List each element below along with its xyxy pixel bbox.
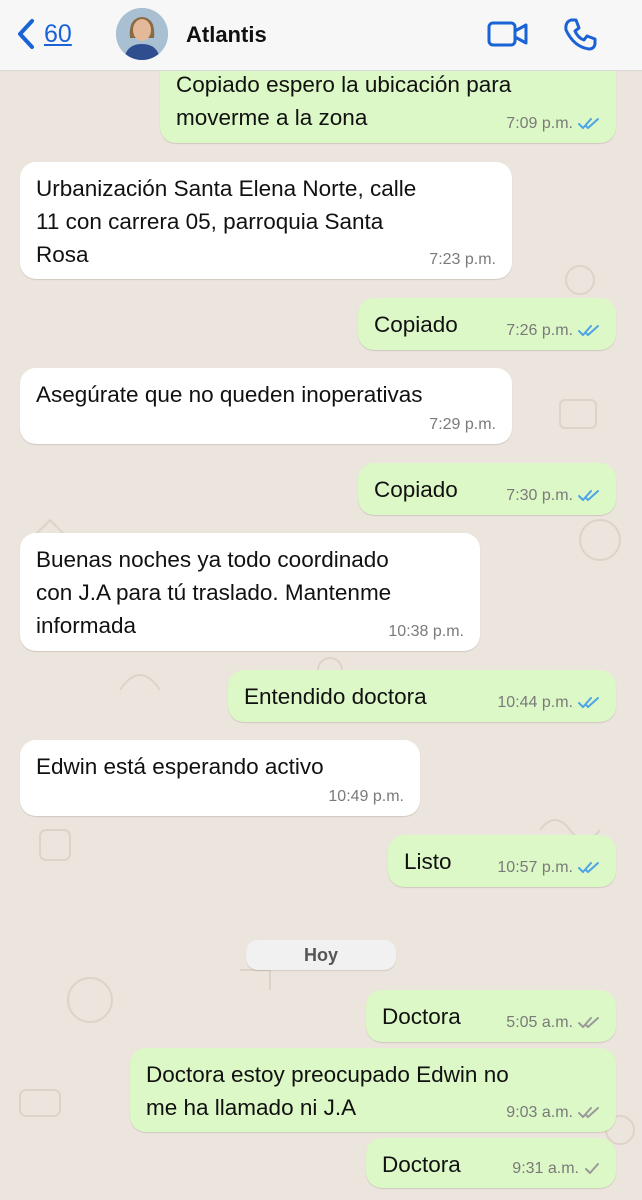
avatar[interactable] — [116, 8, 168, 60]
double-check-delivered-icon — [578, 1107, 599, 1118]
message-text: Doctora — [382, 1004, 461, 1029]
message-time: 7:30 p.m. — [506, 487, 573, 504]
message-bubble-outgoing[interactable]: Entendido doctora 10:44 p.m. — [228, 670, 616, 722]
message-bubble-incoming[interactable]: Edwin está esperando activo 10:49 p.m. — [20, 740, 420, 816]
message-text: Buenas noches ya todo coordinado con J.A… — [36, 547, 392, 638]
message-time: 10:57 p.m. — [497, 859, 573, 876]
message-text: Entendido doctora — [244, 684, 427, 709]
message-bubble-outgoing[interactable]: Copiado 7:26 p.m. — [358, 298, 616, 350]
message-bubble-outgoing[interactable]: Copiado espero la ubicación para moverme… — [160, 70, 616, 143]
message-text: Edwin está esperando activo — [36, 754, 324, 779]
message-text: Listo — [404, 849, 452, 874]
message-time: 7:23 p.m. — [429, 251, 496, 268]
message-text: Asegúrate que no queden inoperativas — [36, 382, 423, 407]
message-time: 7:26 p.m. — [506, 322, 573, 339]
chat-header: 60 Atlantis — [0, 0, 642, 71]
message-text: Copiado — [374, 312, 458, 337]
message-time: 5:05 a.m. — [506, 1014, 573, 1031]
chevron-left-icon — [18, 19, 34, 49]
double-check-read-icon — [578, 697, 599, 708]
message-time: 10:38 p.m. — [388, 623, 464, 640]
message-text: Urbanización Santa Elena Norte, calle 11… — [36, 176, 417, 267]
double-check-read-icon — [578, 862, 599, 873]
message-bubble-outgoing[interactable]: Copiado 7:30 p.m. — [358, 463, 616, 515]
contact-name[interactable]: Atlantis — [186, 22, 267, 48]
message-bubble-outgoing[interactable]: Doctora 5:05 a.m. — [366, 990, 616, 1042]
back-button[interactable]: 60 — [16, 18, 72, 50]
message-time: 10:49 p.m. — [328, 788, 404, 805]
message-time: 7:29 p.m. — [429, 416, 496, 433]
double-check-read-icon — [578, 325, 599, 336]
phone-icon — [564, 18, 597, 51]
video-camera-icon — [487, 21, 528, 47]
voice-call-button[interactable] — [562, 16, 598, 57]
message-time: 9:31 a.m. — [512, 1160, 579, 1177]
message-time: 9:03 a.m. — [506, 1104, 573, 1121]
message-bubble-outgoing[interactable]: Doctora estoy preocupado Edwin no me ha … — [130, 1048, 616, 1132]
video-call-button[interactable] — [487, 20, 529, 53]
message-text: Doctora — [382, 1152, 461, 1177]
message-bubble-outgoing[interactable]: Doctora 9:31 a.m. — [366, 1138, 616, 1188]
message-text: Copiado — [374, 477, 458, 502]
double-check-read-icon — [578, 118, 599, 129]
message-bubble-incoming[interactable]: Asegúrate que no queden inoperativas 7:2… — [20, 368, 512, 444]
message-time: 7:09 p.m. — [506, 115, 573, 132]
unread-count-link[interactable]: 60 — [44, 20, 72, 49]
day-separator: Hoy — [246, 940, 396, 970]
message-bubble-incoming[interactable]: Urbanización Santa Elena Norte, calle 11… — [20, 162, 512, 279]
message-time: 10:44 p.m. — [497, 694, 573, 711]
message-bubble-incoming[interactable]: Buenas noches ya todo coordinado con J.A… — [20, 533, 480, 651]
message-bubble-outgoing[interactable]: Listo 10:57 p.m. — [388, 835, 616, 887]
chat-area[interactable]: Copiado espero la ubicación para moverme… — [0, 70, 642, 1200]
single-check-sent-icon — [585, 1163, 599, 1174]
double-check-read-icon — [578, 490, 599, 501]
message-text: Doctora estoy preocupado Edwin no me ha … — [146, 1062, 509, 1120]
message-text: Copiado espero la ubicación para moverme… — [176, 72, 512, 130]
double-check-delivered-icon — [578, 1017, 599, 1028]
